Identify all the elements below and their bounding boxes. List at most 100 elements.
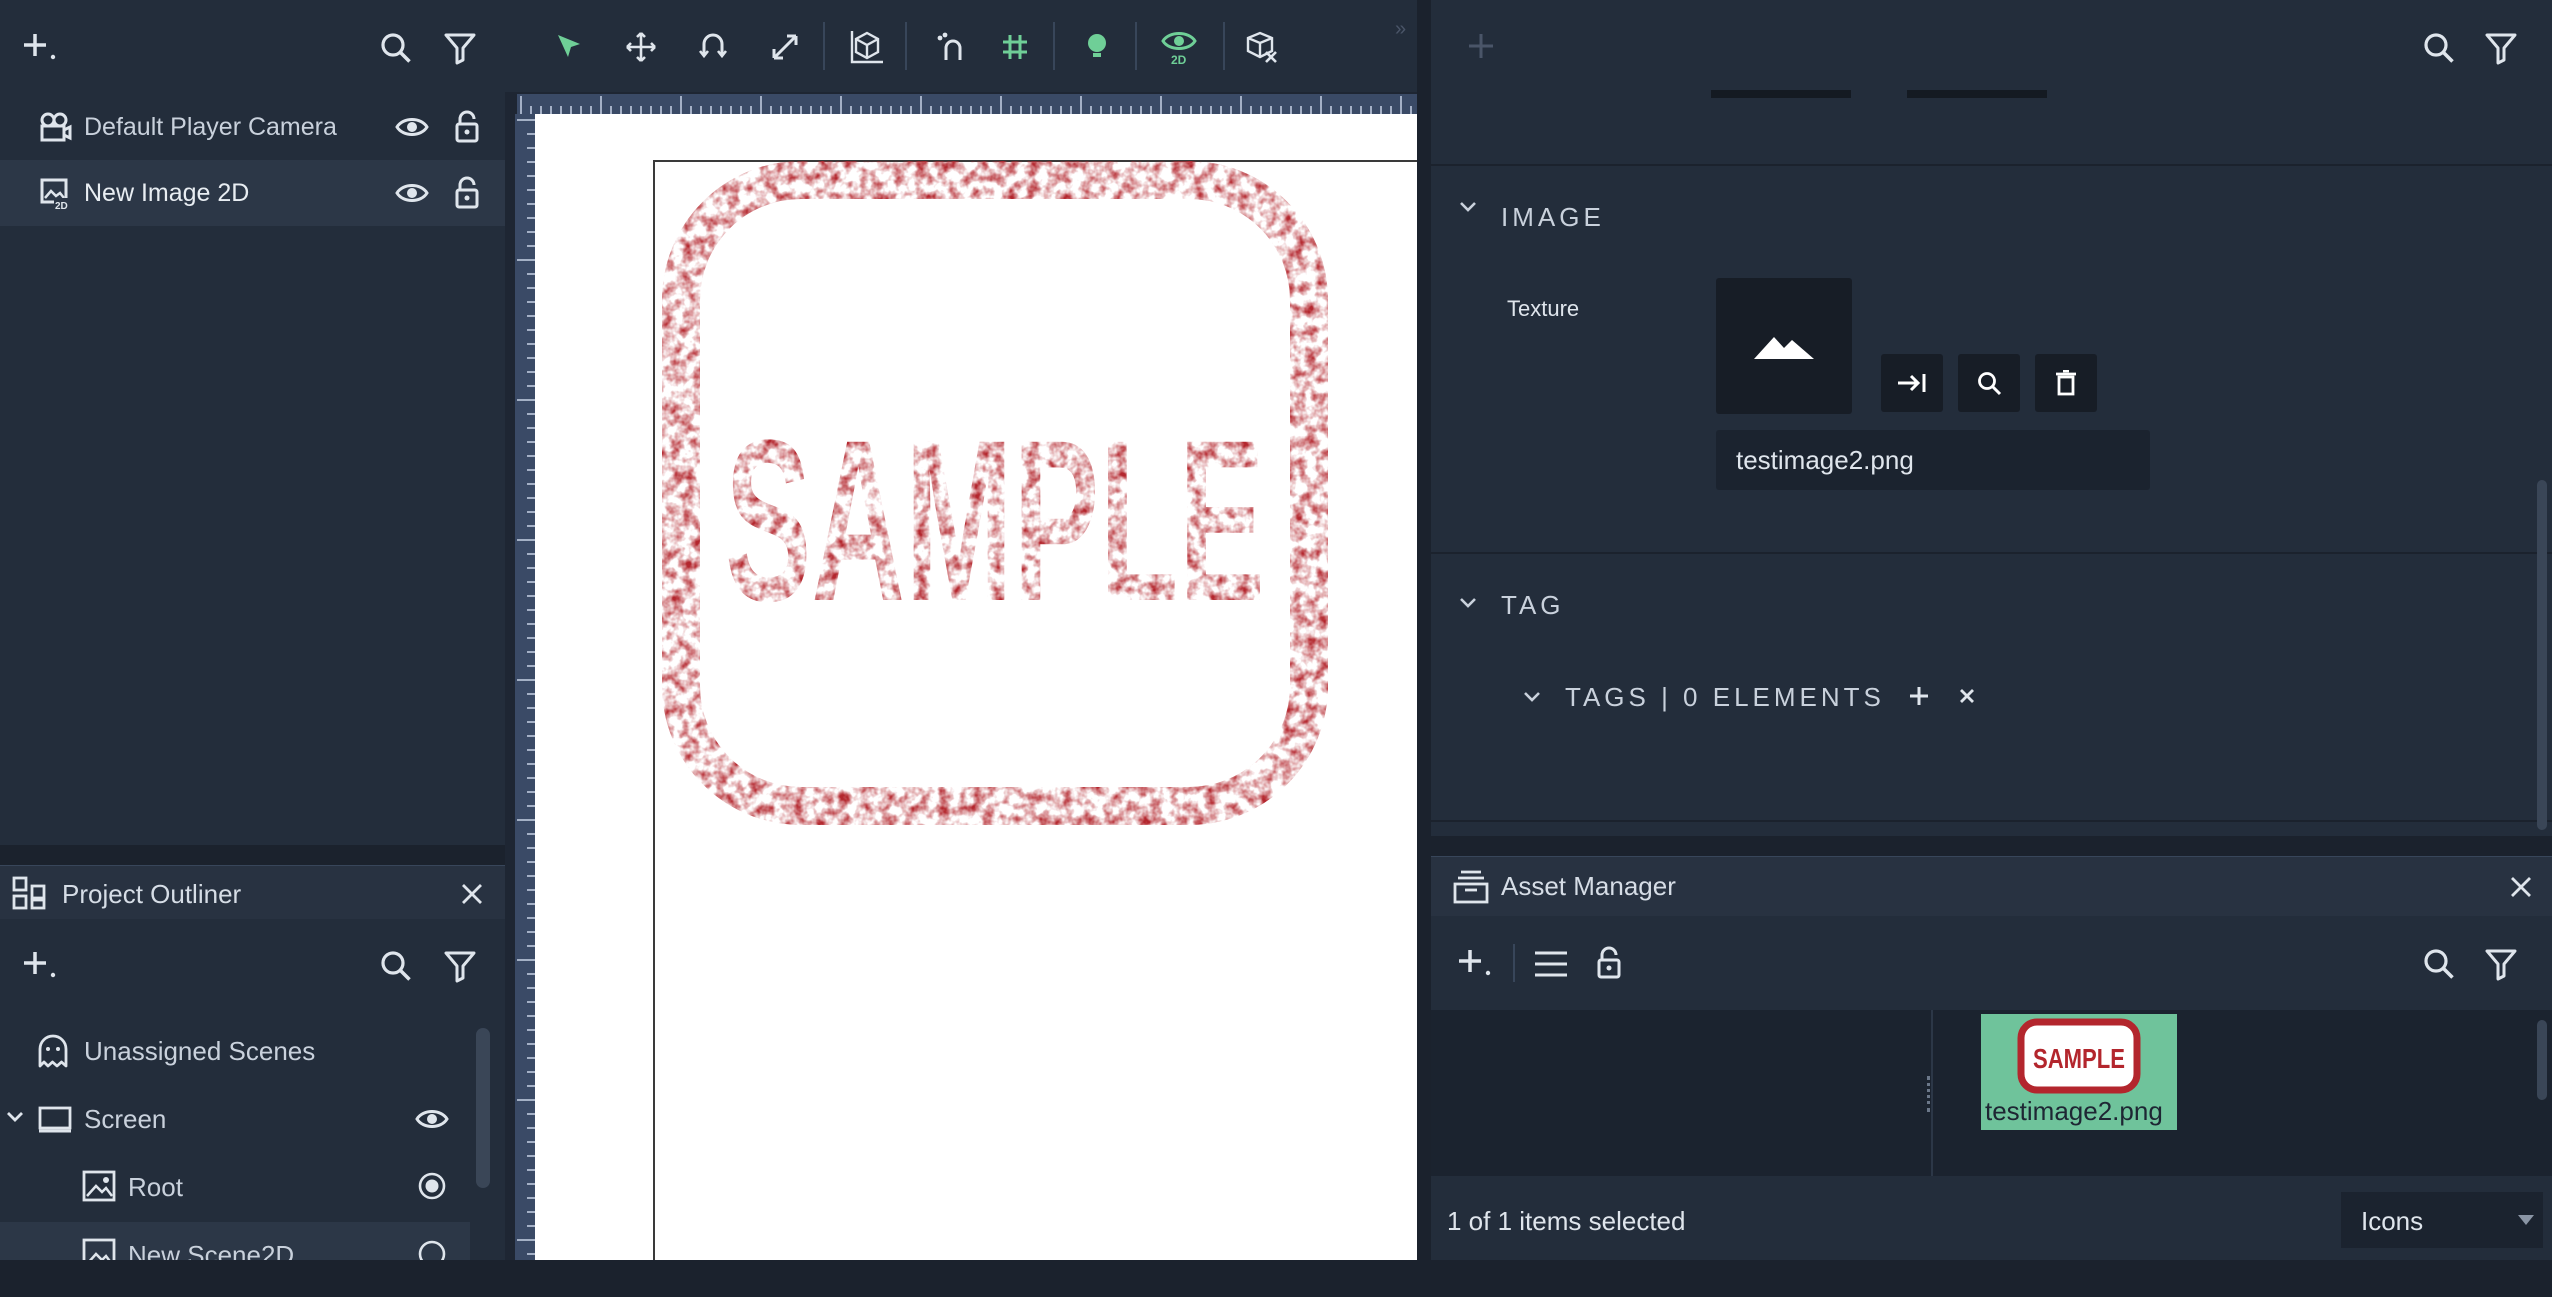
snap-icon[interactable]: [929, 26, 973, 68]
color-swatch-strip: [1907, 90, 2047, 98]
svg-text:2D: 2D: [55, 201, 68, 210]
add-plus-icon[interactable]: [18, 28, 60, 68]
toolbar-divider: [1053, 22, 1055, 70]
radio-unselected-icon[interactable]: [416, 1238, 448, 1260]
ghost-icon: [36, 1034, 70, 1068]
monitor-icon: [38, 1106, 72, 1134]
texture-preview[interactable]: [1716, 278, 1852, 414]
assign-texture-button[interactable]: [1881, 354, 1943, 412]
outliner-item-label: Screen: [84, 1104, 167, 1134]
search-icon[interactable]: [376, 28, 416, 68]
section-divider: [1431, 552, 2552, 554]
svg-text:2D: 2D: [1171, 53, 1187, 66]
asset-scrollbar[interactable]: [2537, 1020, 2547, 1100]
lock-icon[interactable]: [450, 108, 484, 146]
list-menu-icon[interactable]: [1531, 944, 1571, 984]
asset-item-testimage2[interactable]: SAMPLE testimage2.png: [1981, 1014, 2177, 1130]
hierarchy-item-default-player-camera[interactable]: Default Player Camera: [0, 94, 505, 160]
asset-manager-icon: [1453, 869, 1489, 905]
outliner-item-unassigned-scenes[interactable]: Unassigned Scenes: [0, 1018, 470, 1084]
inspector-toolbar: [1431, 0, 2552, 98]
add-plus-icon[interactable]: [1453, 944, 1495, 984]
outliner-item-new-scene2d[interactable]: New Scene2D: [0, 1222, 470, 1260]
view-mode-value: Icons: [2361, 1206, 2424, 1236]
project-outliner-title: Project Outliner: [62, 879, 242, 909]
visibility-eye-icon[interactable]: [394, 176, 430, 210]
project-outliner-header: Project Outliner: [0, 865, 505, 919]
lock-icon[interactable]: [450, 174, 484, 212]
image-icon: [82, 1238, 116, 1260]
close-icon[interactable]: [456, 878, 488, 910]
splitter[interactable]: [1931, 1010, 1933, 1176]
grid-icon[interactable]: [993, 26, 1037, 68]
outliner-toolbar: [0, 920, 505, 1010]
chevron-down-icon[interactable]: [1459, 200, 1477, 214]
asset-thumbnail: SAMPLE: [2017, 1018, 2141, 1094]
bottom-status-bar: [0, 1260, 2552, 1297]
texture-filename-field[interactable]: testimage2.png: [1716, 430, 2150, 490]
asset-status-bar: 1 of 1 items selected Icons: [1431, 1176, 2552, 1260]
tag-section-title[interactable]: TAG: [1501, 590, 1565, 621]
scale-icon[interactable]: [763, 26, 807, 68]
search-icon: [1978, 372, 2002, 396]
filter-icon[interactable]: [2481, 944, 2521, 984]
add-plus-icon[interactable]: [1463, 28, 1499, 64]
view-2d-icon[interactable]: 2D: [1155, 24, 1203, 70]
asset-name: testimage2.png: [1985, 1096, 2163, 1126]
bounding-box-icon[interactable]: [845, 26, 889, 68]
image-icon: [82, 1170, 116, 1202]
splitter-grip-icon[interactable]: [1927, 1076, 1931, 1112]
vertical-ruler: [515, 114, 535, 1260]
image-section-title[interactable]: IMAGE: [1501, 202, 1605, 233]
toolbar-divider: [1135, 22, 1137, 70]
visibility-eye-icon[interactable]: [414, 1102, 450, 1136]
panel-divider[interactable]: [0, 845, 505, 865]
stamp-text: SAMPLE: [725, 392, 1265, 649]
asset-manager-header: Asset Manager: [1431, 856, 2552, 916]
view-mode-select[interactable]: Icons: [2341, 1192, 2543, 1248]
color-swatch-strip: [1711, 90, 1851, 98]
add-plus-icon[interactable]: [18, 946, 60, 986]
texture-label: Texture: [1507, 296, 1580, 321]
search-icon[interactable]: [376, 946, 416, 986]
clear-tags-close-icon[interactable]: [1951, 680, 1983, 712]
find-texture-button[interactable]: [1958, 354, 2020, 412]
hide-gizmo-icon[interactable]: [1239, 26, 1283, 68]
remove-texture-button[interactable]: [2035, 354, 2097, 412]
toolbar-divider: [1223, 22, 1225, 70]
light-bulb-icon[interactable]: [1075, 26, 1119, 68]
hierarchy-item-label: New Image 2D: [84, 178, 250, 207]
close-icon[interactable]: [2505, 871, 2537, 903]
search-icon[interactable]: [2419, 944, 2459, 984]
mountain-image-icon: [1754, 337, 1814, 359]
panel-divider[interactable]: [1431, 836, 2552, 856]
add-tag-plus-icon[interactable]: [1903, 680, 1935, 712]
chevron-collapse-icon[interactable]: »: [1395, 18, 1406, 41]
chevron-down-icon[interactable]: [1459, 596, 1477, 610]
search-icon[interactable]: [2419, 28, 2459, 68]
hierarchy-item-label: Default Player Camera: [84, 112, 337, 141]
scene-hierarchy-panel: Default Player Camera 2D New Image 2D Pr…: [0, 0, 505, 1260]
move-icon[interactable]: [619, 26, 663, 68]
section-divider: [1431, 820, 2552, 822]
hierarchy-item-new-image-2d[interactable]: 2D New Image 2D: [0, 160, 505, 226]
lock-icon[interactable]: [1591, 942, 1627, 984]
outliner-item-screen[interactable]: Screen: [0, 1086, 470, 1152]
sample-stamp-image[interactable]: SAMPLE: [661, 160, 1329, 826]
filter-icon[interactable]: [440, 946, 480, 986]
select-arrow-icon[interactable]: [547, 26, 591, 68]
chevron-down-icon[interactable]: [6, 1110, 24, 1124]
scene-canvas[interactable]: SAMPLE: [535, 114, 1433, 1260]
rotate-icon[interactable]: [691, 26, 735, 68]
radio-selected-icon[interactable]: [416, 1170, 448, 1202]
outliner-item-root[interactable]: Root: [0, 1154, 470, 1220]
inspector-scrollbar[interactable]: [2537, 480, 2547, 830]
toolbar-divider: [823, 22, 825, 70]
filter-icon[interactable]: [440, 28, 480, 68]
outliner-scrollbar[interactable]: [476, 1028, 490, 1188]
viewport-toolbar: 2D »: [505, 0, 1417, 92]
outliner-item-label: Unassigned Scenes: [84, 1036, 316, 1066]
filter-icon[interactable]: [2481, 28, 2521, 68]
chevron-down-icon[interactable]: [1523, 690, 1541, 704]
visibility-eye-icon[interactable]: [394, 110, 430, 144]
